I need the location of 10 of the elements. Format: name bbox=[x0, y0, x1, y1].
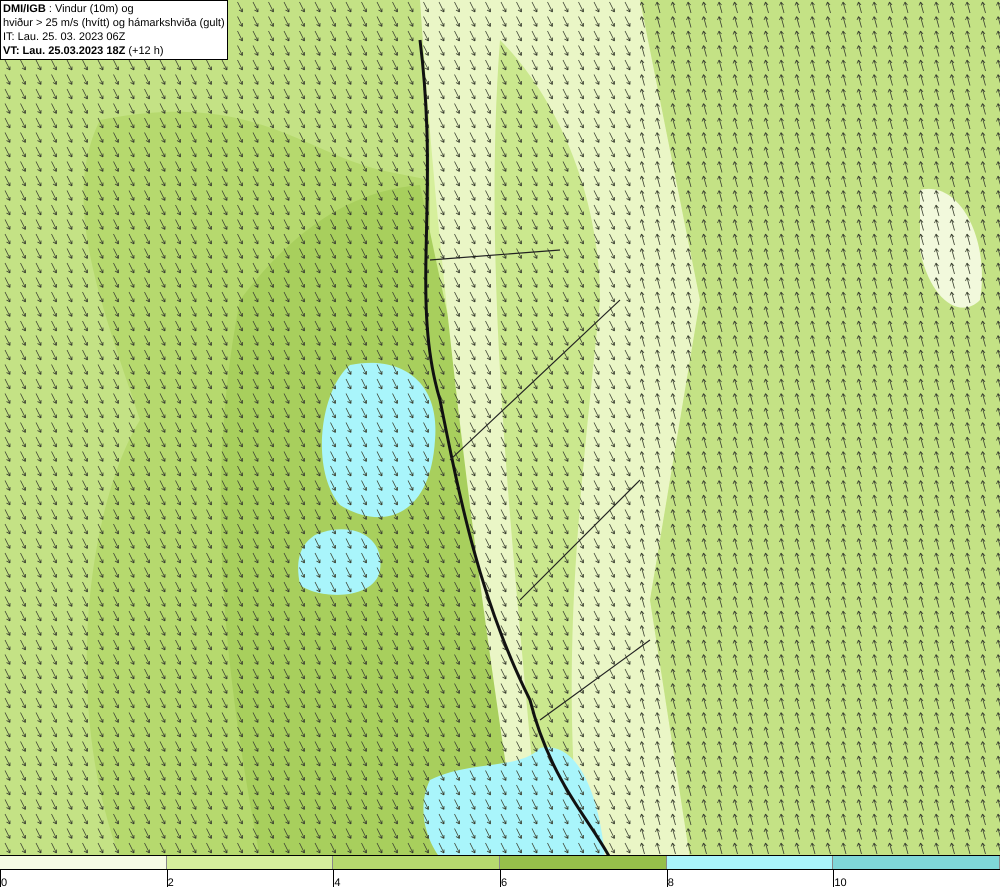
legend-label: 2 bbox=[168, 877, 174, 887]
title-line: DMI/IGB : Vindur (10m) og bbox=[3, 2, 135, 16]
legend-label: 4 bbox=[334, 877, 340, 887]
legend-label: 10 bbox=[834, 877, 847, 887]
legend-label: 0 bbox=[1, 877, 8, 887]
legend-label: 6 bbox=[501, 877, 508, 887]
legend-label: 8 bbox=[668, 877, 674, 887]
title-line: IT: Lau. 25. 03. 2023 06Z bbox=[3, 30, 126, 44]
title-line: hviður > 25 m/s (hvítt) og hámarkshviða (gult) bbox=[3, 16, 225, 30]
title-line: VT: Lau. 25.03.2023 18Z (+12 h) bbox=[3, 44, 165, 58]
